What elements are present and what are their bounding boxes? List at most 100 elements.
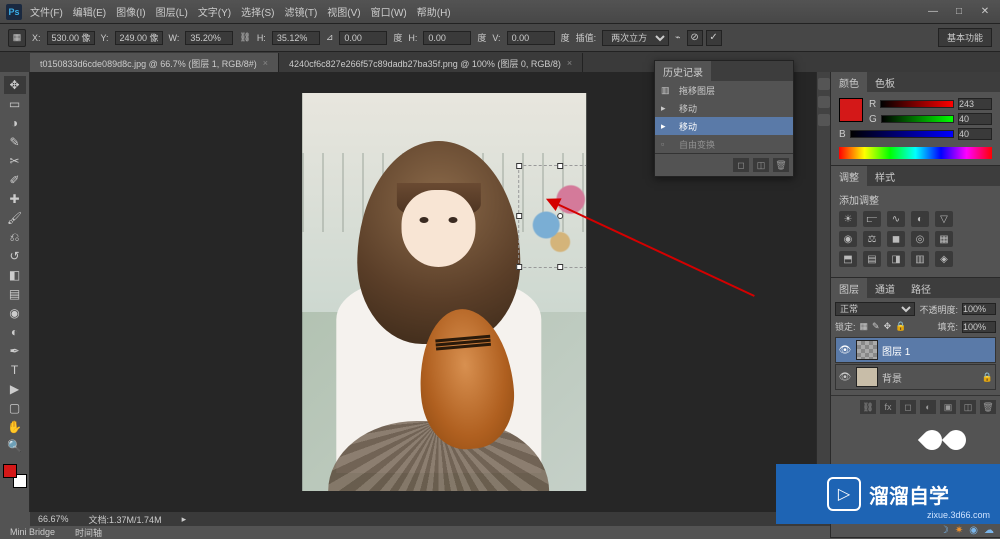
status-arrow-icon[interactable]: ▸: [182, 514, 187, 525]
foreground-color-swatch[interactable]: [3, 464, 17, 478]
color-preview[interactable]: [839, 98, 863, 122]
tab-color[interactable]: 颜色: [831, 72, 867, 92]
menu-edit[interactable]: 编辑(E): [69, 4, 110, 19]
tray-icon[interactable]: ◉: [969, 525, 978, 536]
menu-type[interactable]: 文字(Y): [194, 4, 235, 19]
timeline-tab[interactable]: 时间轴: [75, 526, 102, 539]
strip-button[interactable]: [818, 96, 830, 108]
menu-window[interactable]: 窗口(W): [367, 4, 411, 19]
vibrance-icon[interactable]: ▽: [935, 211, 953, 227]
link-layers-button[interactable]: ⛓: [860, 400, 876, 414]
history-item[interactable]: ▥拖移图层: [655, 81, 793, 99]
tray-icon[interactable]: ✷: [955, 525, 963, 536]
color-swatches[interactable]: [3, 464, 27, 488]
lock-all-icon[interactable]: 🔒: [895, 321, 906, 332]
doc-tab-1[interactable]: t0150833d6cde089d8c.jpg @ 66.7% (图层 1, R…: [30, 53, 279, 73]
tab-styles[interactable]: 样式: [867, 166, 903, 186]
tab-adjustments[interactable]: 调整: [831, 166, 867, 186]
history-brush-tool[interactable]: ↺: [4, 247, 26, 265]
close-button[interactable]: ✕: [976, 5, 994, 19]
invert-icon[interactable]: ⬒: [839, 251, 857, 267]
curves-icon[interactable]: ∿: [887, 211, 905, 227]
hskew-input[interactable]: [423, 31, 471, 45]
strip-button[interactable]: [818, 78, 830, 90]
marquee-tool[interactable]: ▭: [4, 95, 26, 113]
menu-image[interactable]: 图像(I): [112, 4, 149, 19]
layer-row[interactable]: 👁 图层 1: [835, 337, 996, 363]
r-value[interactable]: [958, 98, 992, 110]
lock-position-icon[interactable]: ✥: [884, 321, 892, 332]
bw-icon[interactable]: ◼: [887, 231, 905, 247]
lock-paint-icon[interactable]: ✎: [872, 321, 880, 332]
layer-name[interactable]: 图层 1: [882, 343, 993, 358]
tray-icon[interactable]: ☽: [940, 525, 949, 536]
quick-select-tool[interactable]: ✎: [4, 133, 26, 151]
history-item[interactable]: ▫自由变换: [655, 135, 793, 153]
new-layer-button[interactable]: ◫: [960, 400, 976, 414]
healing-tool[interactable]: ✚: [4, 190, 26, 208]
interp-select[interactable]: 两次立方: [602, 30, 669, 46]
move-tool[interactable]: ✥: [4, 76, 26, 94]
h-input[interactable]: [272, 31, 320, 45]
lasso-tool[interactable]: ◑: [4, 114, 26, 132]
menu-filter[interactable]: 滤镜(T): [281, 4, 322, 19]
gradient-map-icon[interactable]: ▥: [911, 251, 929, 267]
canvas-image[interactable]: [302, 93, 586, 491]
pen-tool[interactable]: ✒: [4, 342, 26, 360]
tray-icon[interactable]: ☁: [984, 525, 994, 536]
visibility-toggle[interactable]: 👁: [838, 372, 852, 383]
shape-tool[interactable]: ▢: [4, 399, 26, 417]
mixer-icon[interactable]: ▦: [935, 231, 953, 247]
transform-origin-icon[interactable]: ▦: [8, 29, 26, 47]
transform-handle[interactable]: [516, 264, 522, 270]
hand-tool[interactable]: ✋: [4, 418, 26, 436]
minimize-button[interactable]: —: [924, 5, 942, 19]
strip-button[interactable]: [818, 114, 830, 126]
transform-handle[interactable]: [558, 163, 564, 169]
new-doc-button[interactable]: ◫: [753, 158, 769, 172]
link-icon[interactable]: ⛓: [239, 32, 250, 43]
threshold-icon[interactable]: ◨: [887, 251, 905, 267]
close-icon[interactable]: ×: [263, 58, 268, 68]
menu-layer[interactable]: 图层(L): [152, 4, 192, 19]
delete-button[interactable]: 🗑: [773, 158, 789, 172]
warp-icon[interactable]: ⌁: [675, 32, 680, 43]
x-input[interactable]: [47, 31, 95, 45]
zoom-level[interactable]: 66.67%: [38, 514, 69, 524]
layer-name[interactable]: 背景: [882, 370, 978, 385]
commit-transform-button[interactable]: ✓: [706, 30, 722, 46]
transform-handle[interactable]: [558, 264, 564, 270]
g-slider[interactable]: [881, 115, 954, 123]
tab-history[interactable]: 历史记录: [655, 61, 711, 81]
blend-mode-select[interactable]: 正常: [835, 302, 915, 316]
layer-thumbnail[interactable]: [856, 367, 878, 387]
transform-handle[interactable]: [516, 213, 522, 219]
layer-style-button[interactable]: fx: [880, 400, 896, 414]
blur-tool[interactable]: ◉: [4, 304, 26, 322]
b-value[interactable]: [958, 128, 992, 140]
type-tool[interactable]: T: [4, 361, 26, 379]
group-button[interactable]: ▣: [940, 400, 956, 414]
cancel-transform-button[interactable]: ⊘: [687, 30, 703, 46]
maximize-button[interactable]: □: [950, 5, 968, 19]
angle-input[interactable]: [339, 31, 387, 45]
layer-row[interactable]: 👁 背景 🔒: [835, 364, 996, 390]
tab-channels[interactable]: 通道: [867, 278, 903, 298]
y-input[interactable]: [115, 31, 163, 45]
free-transform-box[interactable]: [518, 165, 586, 268]
visibility-toggle[interactable]: 👁: [838, 345, 852, 356]
doc-tab-2[interactable]: 4240cf6c827e266f57c89dadb27ba35f.png @ 1…: [279, 53, 583, 73]
w-input[interactable]: [185, 31, 233, 45]
tab-swatches[interactable]: 色板: [867, 72, 903, 92]
r-slider[interactable]: [880, 100, 954, 108]
crop-tool[interactable]: ✂: [4, 152, 26, 170]
brush-tool[interactable]: 🖌: [4, 209, 26, 227]
menu-select[interactable]: 选择(S): [237, 4, 278, 19]
layer-mask-button[interactable]: ◻: [900, 400, 916, 414]
mini-bridge-tab[interactable]: Mini Bridge: [10, 527, 55, 537]
transform-handle[interactable]: [516, 163, 522, 169]
menu-view[interactable]: 视图(V): [323, 4, 364, 19]
b-slider[interactable]: [850, 130, 954, 138]
tab-paths[interactable]: 路径: [903, 278, 939, 298]
tab-layers[interactable]: 图层: [831, 278, 867, 298]
